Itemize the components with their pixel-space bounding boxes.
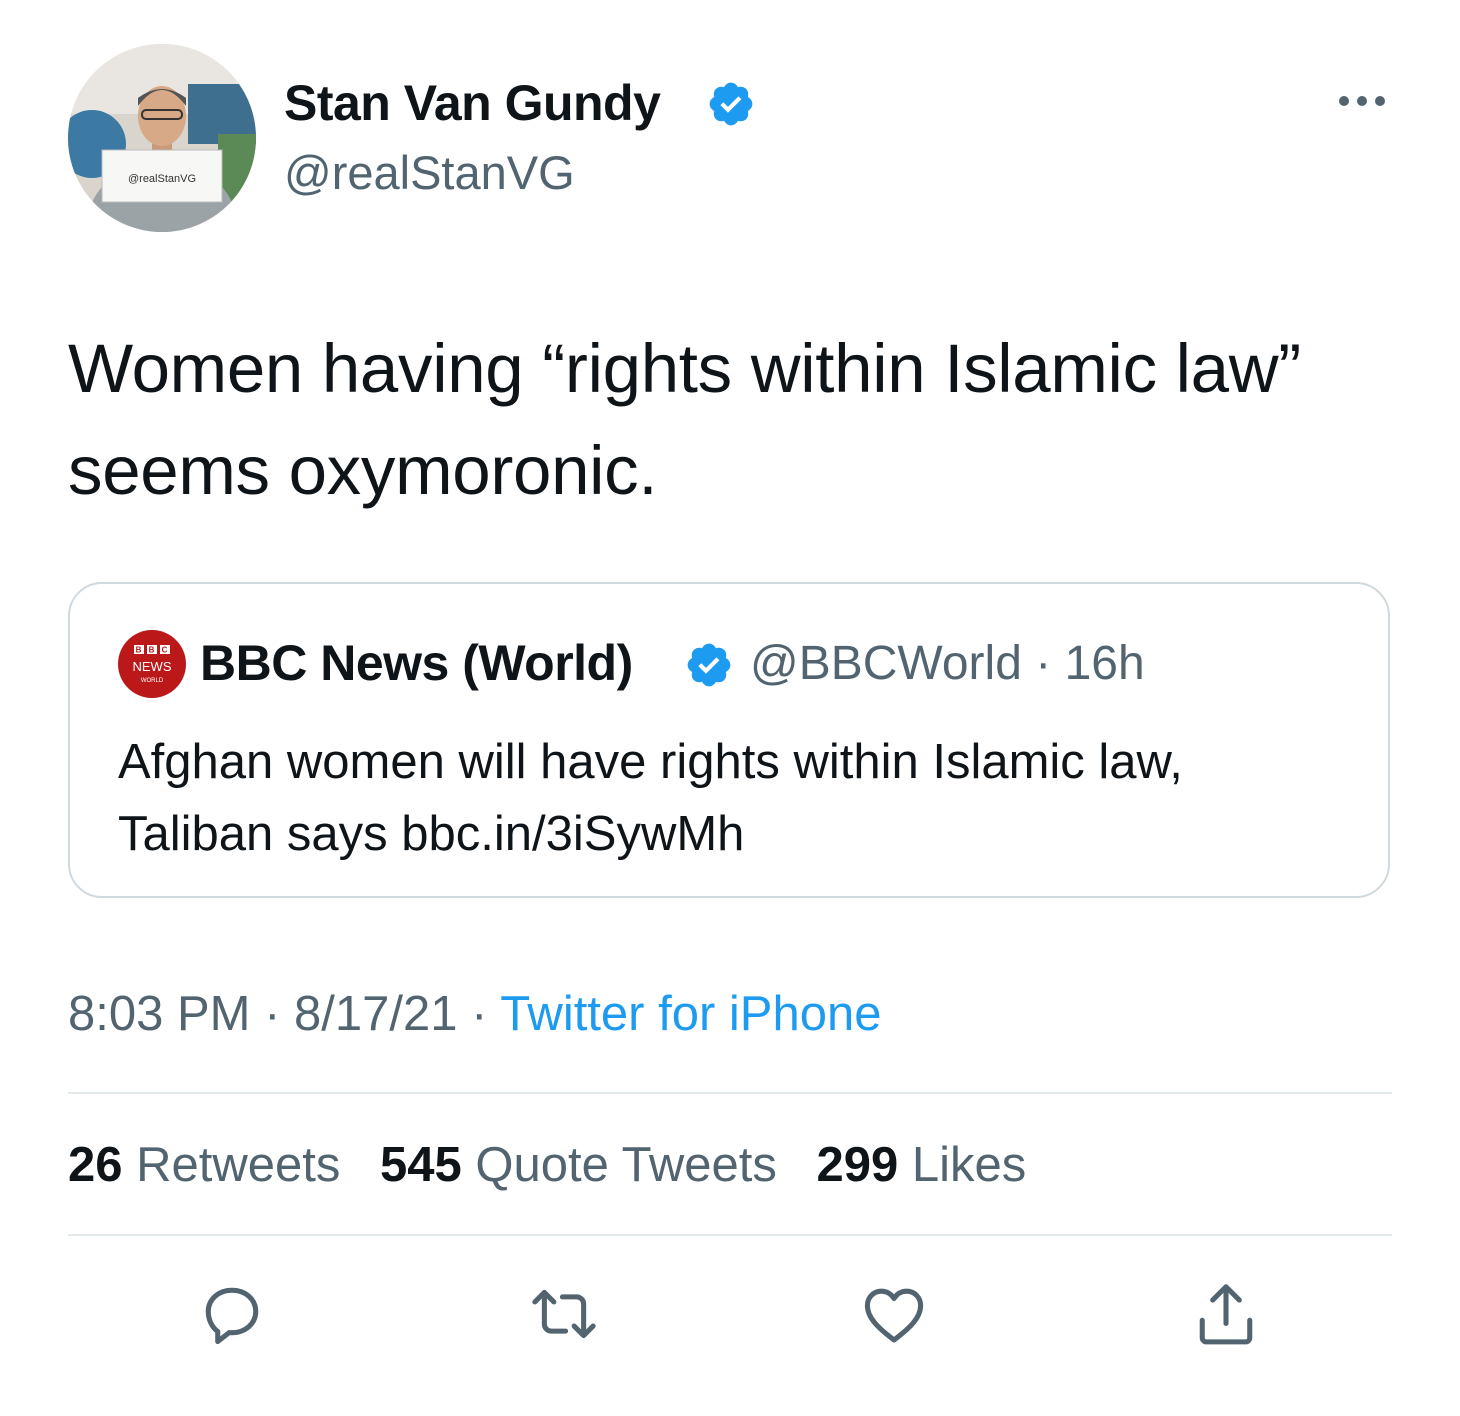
- meta-separator: ·: [457, 987, 501, 1041]
- avatar[interactable]: @realStanVG: [68, 44, 256, 232]
- share-icon[interactable]: [1188, 1276, 1264, 1352]
- tweet-date[interactable]: 8/17/21: [294, 987, 458, 1041]
- tweet-stats: 26 Retweets 545 Quote Tweets 299 Likes: [68, 1137, 1052, 1193]
- svg-text:B: B: [136, 646, 142, 655]
- divider: [68, 1092, 1392, 1094]
- more-horizontal-icon[interactable]: [1336, 92, 1388, 110]
- tweet-text: Women having “rights within Islamic law”…: [68, 330, 1301, 509]
- quote-tweets-stat[interactable]: 545 Quote Tweets: [380, 1138, 777, 1192]
- like-icon[interactable]: [856, 1276, 932, 1352]
- retweets-label: Retweets: [136, 1138, 341, 1192]
- avatar-sign-text: @realStanVG: [128, 173, 196, 185]
- tweet-time[interactable]: 8:03 PM: [68, 987, 250, 1041]
- meta-separator: ·: [250, 987, 295, 1041]
- reply-icon[interactable]: [194, 1276, 270, 1352]
- retweet-icon[interactable]: [526, 1276, 602, 1352]
- svg-text:B: B: [149, 646, 155, 655]
- likes-count: 299: [816, 1138, 899, 1192]
- quoted-author-handle[interactable]: @BBCWorld: [750, 637, 1022, 690]
- retweets-stat[interactable]: 26 Retweets: [68, 1138, 340, 1192]
- svg-text:C: C: [162, 646, 168, 655]
- tweet-source-link[interactable]: Twitter for iPhone: [500, 987, 881, 1041]
- quoted-author-meta: @BBCWorld · 16h: [750, 636, 1145, 691]
- author-handle[interactable]: @realStanVG: [284, 145, 575, 200]
- quoted-time-ago[interactable]: 16h: [1065, 637, 1145, 690]
- likes-label: Likes: [911, 1138, 1027, 1192]
- retweets-count: 26: [68, 1138, 123, 1192]
- quoted-author-display-name[interactable]: BBC News (World): [200, 634, 633, 692]
- svg-text:WORLD: WORLD: [141, 678, 164, 684]
- divider: [68, 1234, 1392, 1236]
- author-display-name[interactable]: Stan Van Gundy: [284, 74, 661, 132]
- quoted-tweet-text: Afghan women will have rights within Isl…: [118, 735, 1183, 861]
- likes-stat[interactable]: 299 Likes: [817, 1138, 1027, 1192]
- quote-tweets-count: 545: [380, 1138, 462, 1192]
- meta-separator: ·: [1021, 637, 1065, 690]
- tweet-meta-line: 8:03 PM · 8/17/21 · Twitter for iPhone: [68, 986, 881, 1042]
- bbc-news-logo-icon[interactable]: B B C NEWS WORLD: [118, 630, 186, 698]
- verified-badge-icon: [684, 640, 734, 690]
- quote-tweets-label: Quote Tweets: [475, 1138, 777, 1192]
- quoted-tweet-card[interactable]: B B C NEWS WORLD BBC News (World) @BBCWo…: [68, 582, 1390, 898]
- svg-text:NEWS: NEWS: [133, 659, 172, 674]
- verified-badge-icon: [706, 79, 756, 129]
